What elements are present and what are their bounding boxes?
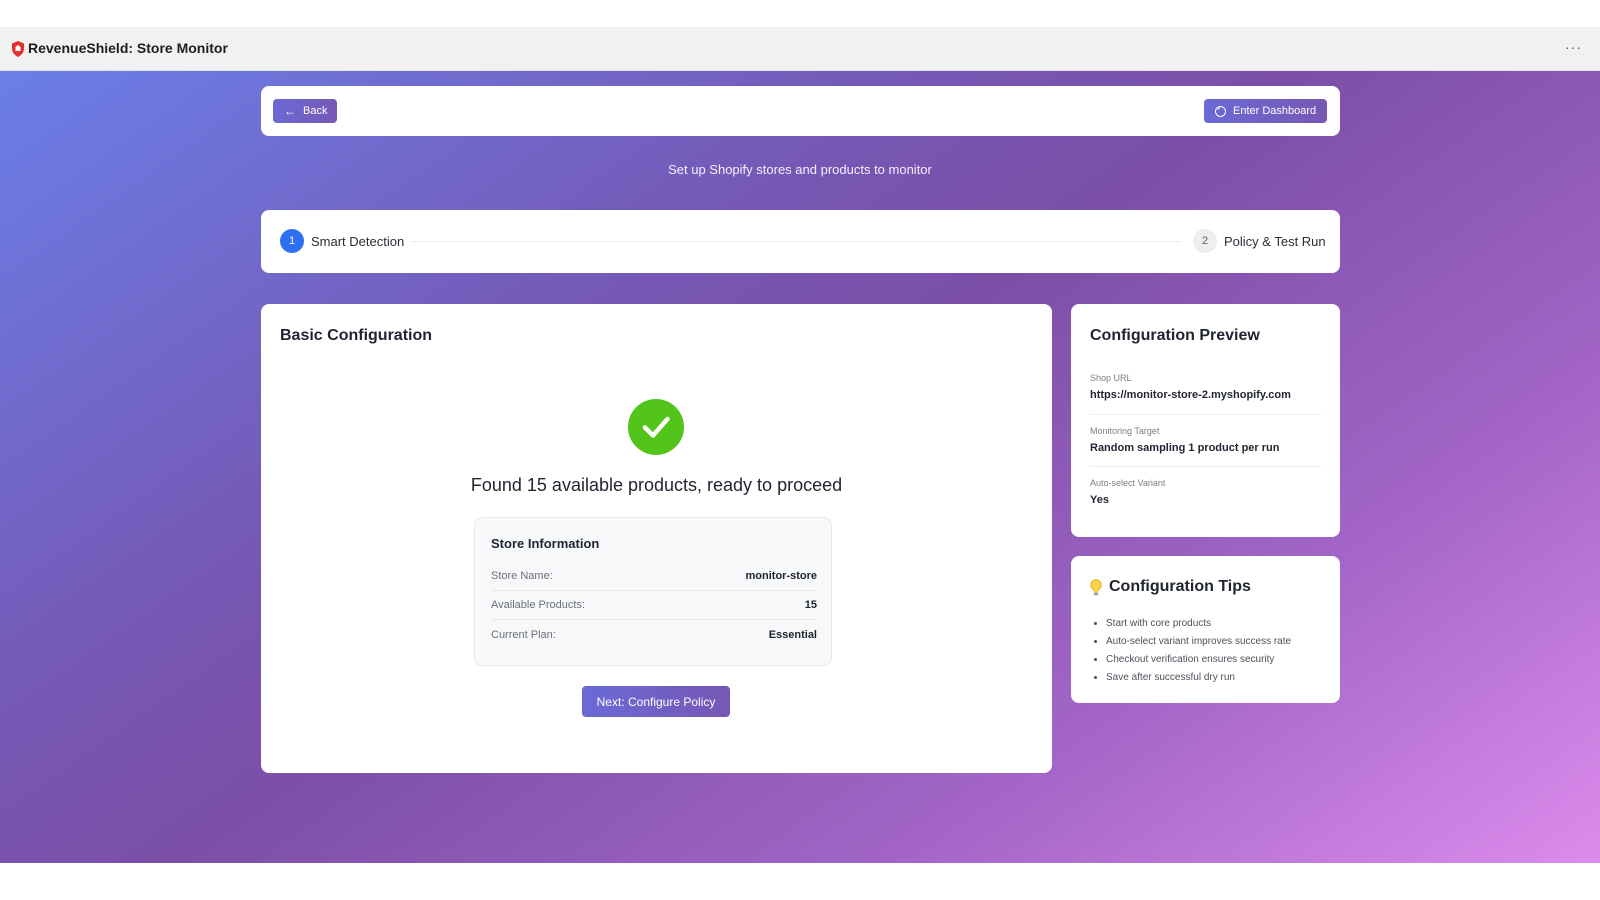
enter-dashboard-label: Enter Dashboard xyxy=(1233,105,1317,117)
shop-url-value: https://monitor-store-2.myshopify.com xyxy=(1090,389,1291,401)
top-nav-card: ← Back Enter Dashboard xyxy=(261,86,1340,136)
step-1-label: Smart Detection xyxy=(311,234,405,249)
back-button-label: Back xyxy=(303,105,328,117)
configuration-tips-heading: Configuration Tips xyxy=(1090,578,1251,596)
basic-configuration-title: Basic Configuration xyxy=(280,327,433,344)
current-plan-row: Current Plan: Essential xyxy=(491,620,817,649)
store-name-key: Store Name: xyxy=(491,570,553,582)
configuration-tips-card: Configuration Tips Start with core produ… xyxy=(1071,556,1340,703)
next-configure-policy-button[interactable]: Next: Configure Policy xyxy=(582,686,730,717)
available-products-key: Available Products: xyxy=(491,599,585,611)
available-products-row: Available Products: 15 xyxy=(491,591,817,620)
preview-shop-url: Shop URL https://monitor-store-2.myshopi… xyxy=(1090,373,1322,401)
auto-select-variant-value: Yes xyxy=(1090,494,1109,506)
window-titlebar: RevenueShield: Store Monitor ··· xyxy=(0,27,1600,71)
steps-progress: 1 Smart Detection 2 Policy & Test Run xyxy=(261,210,1340,273)
preview-divider xyxy=(1090,414,1322,415)
tip-item: Save after successful dry run xyxy=(1106,669,1291,687)
monitoring-target-value: Random sampling 1 product per run xyxy=(1090,442,1280,454)
auto-select-variant-label: Auto-select Variant xyxy=(1090,478,1166,488)
bottom-margin xyxy=(0,863,1600,900)
step-2-label: Policy & Test Run xyxy=(1224,234,1326,249)
configuration-preview-title: Configuration Preview xyxy=(1090,327,1260,344)
shop-url-label: Shop URL xyxy=(1090,373,1132,383)
available-products-value: 15 xyxy=(804,599,817,611)
lightbulb-icon xyxy=(1090,578,1102,595)
arrow-left-icon: ← xyxy=(284,104,296,118)
preview-divider xyxy=(1090,466,1322,467)
configuration-tips-title: Configuration Tips xyxy=(1109,578,1251,595)
step-1-number: 1 xyxy=(280,229,304,253)
preview-auto-select-variant: Auto-select Variant Yes xyxy=(1090,478,1322,506)
more-options-icon[interactable]: ··· xyxy=(1565,39,1582,55)
monitoring-target-label: Monitoring Target xyxy=(1090,426,1160,436)
step-2-number: 2 xyxy=(1193,229,1217,253)
preview-monitoring-target: Monitoring Target Random sampling 1 prod… xyxy=(1090,426,1322,454)
success-check-icon xyxy=(628,399,684,455)
tip-item: Auto-select variant improves success rat… xyxy=(1106,633,1291,651)
back-button[interactable]: ← Back xyxy=(273,99,337,123)
app-background: ← Back Enter Dashboard Set up Shopify st… xyxy=(0,71,1600,863)
dashboard-gauge-icon xyxy=(1215,105,1226,117)
current-plan-key: Current Plan: xyxy=(491,628,556,641)
current-plan-value: Essential xyxy=(768,628,817,641)
app-title: RevenueShield: Store Monitor xyxy=(28,40,228,56)
shield-logo-icon xyxy=(12,41,24,57)
top-margin xyxy=(0,0,1600,27)
page-subtitle: Set up Shopify stores and products to mo… xyxy=(668,162,932,177)
tip-item: Checkout verification ensures security xyxy=(1106,651,1291,669)
basic-configuration-card: Basic Configuration Found 15 available p… xyxy=(261,304,1052,773)
configuration-preview-card: Configuration Preview Shop URL https://m… xyxy=(1071,304,1340,537)
enter-dashboard-button[interactable]: Enter Dashboard xyxy=(1204,99,1327,123)
store-name-value: monitor-store xyxy=(745,570,818,582)
tip-item: Start with core products xyxy=(1106,615,1291,633)
store-information-title: Store Information xyxy=(491,536,600,551)
detection-status-message: Found 15 available products, ready to pr… xyxy=(470,475,843,495)
tips-list: Start with core products Auto-select var… xyxy=(1106,615,1291,687)
store-name-row: Store Name: monitor-store xyxy=(491,562,817,591)
store-information-panel: Store Information Store Name: monitor-st… xyxy=(474,517,832,666)
step-connector xyxy=(411,241,1181,242)
